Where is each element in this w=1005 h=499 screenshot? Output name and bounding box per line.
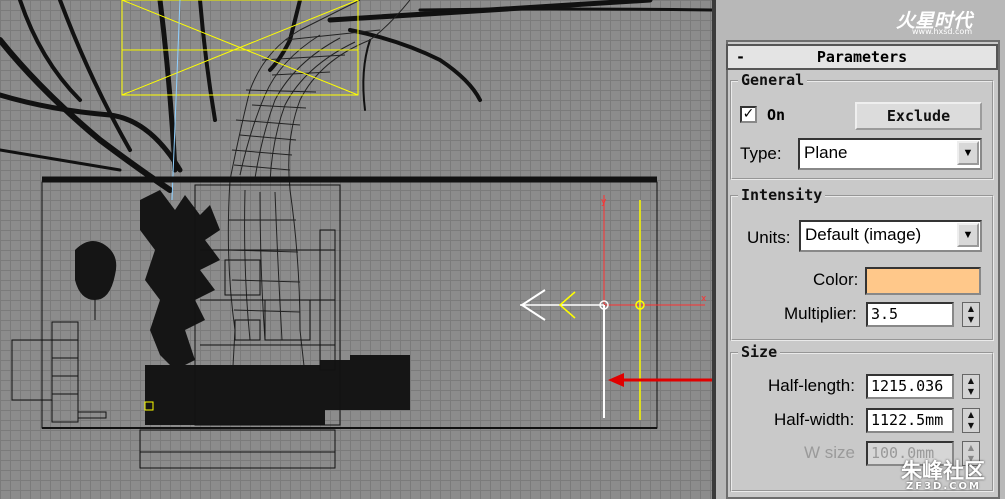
intensity-title: Intensity bbox=[738, 186, 826, 204]
color-label: Color: bbox=[813, 270, 859, 289]
chevron-down-icon[interactable]: ▼ bbox=[957, 141, 979, 165]
color-swatch[interactable] bbox=[865, 267, 981, 295]
gizmo-y-label: y bbox=[601, 197, 607, 207]
on-checkbox[interactable]: ✓ bbox=[740, 106, 757, 123]
w-size-label: W size bbox=[804, 443, 855, 462]
furniture-silhouette bbox=[75, 190, 410, 425]
half-length-input[interactable]: 1215.036 bbox=[866, 374, 954, 399]
brand-url: www.hxsd.com bbox=[912, 27, 973, 36]
chevron-down-icon[interactable]: ▼ bbox=[957, 223, 979, 247]
scene-wireframe: y x bbox=[0, 0, 712, 469]
annotation-arrow bbox=[608, 373, 712, 387]
spinner-up-icon[interactable]: ▲ bbox=[968, 410, 974, 419]
units-label: Units: bbox=[747, 228, 791, 247]
rollout-header[interactable]: - Parameters bbox=[726, 44, 998, 70]
rollout-title: Parameters bbox=[816, 48, 908, 66]
units-value: Default (image) bbox=[805, 225, 922, 244]
size-title: Size bbox=[738, 343, 781, 361]
units-dropdown[interactable]: Default (image) ▼ bbox=[799, 220, 982, 252]
on-label: On bbox=[767, 106, 786, 124]
type-label: Type: bbox=[740, 144, 782, 163]
half-width-input[interactable]: 1122.5mm bbox=[866, 408, 954, 433]
spinner-down-icon[interactable]: ▼ bbox=[968, 315, 974, 324]
spinner-down-icon[interactable]: ▼ bbox=[968, 387, 974, 396]
community-url: ZF3D.COM bbox=[906, 481, 981, 492]
multiplier-input[interactable]: 3.5 bbox=[866, 302, 954, 327]
type-dropdown[interactable]: Plane ▼ bbox=[798, 138, 982, 170]
spinner-up-icon: ▲ bbox=[967, 443, 975, 452]
check-icon: ✓ bbox=[742, 106, 755, 122]
exclude-button[interactable]: Exclude bbox=[855, 102, 982, 130]
half-width-label: Half-width: bbox=[774, 410, 855, 429]
spinner-up-icon[interactable]: ▲ bbox=[968, 304, 974, 313]
multiplier-label: Multiplier: bbox=[784, 304, 857, 323]
half-length-spinner[interactable]: ▲ ▼ bbox=[962, 374, 980, 399]
half-width-spinner[interactable]: ▲ ▼ bbox=[962, 408, 980, 433]
gizmo-x-label: x bbox=[701, 294, 707, 304]
spinner-down-icon[interactable]: ▼ bbox=[968, 421, 974, 430]
selection-box bbox=[121, 0, 359, 96]
general-title: General bbox=[738, 71, 808, 89]
spinner-up-icon[interactable]: ▲ bbox=[968, 376, 974, 385]
front-viewport[interactable]: y x bbox=[0, 0, 712, 499]
type-value: Plane bbox=[804, 143, 848, 162]
half-length-label: Half-length: bbox=[768, 376, 855, 395]
multiplier-spinner[interactable]: ▲ ▼ bbox=[962, 302, 980, 327]
command-panel: 火星时代 www.hxsd.com - Parameters General ✓… bbox=[716, 0, 1005, 499]
